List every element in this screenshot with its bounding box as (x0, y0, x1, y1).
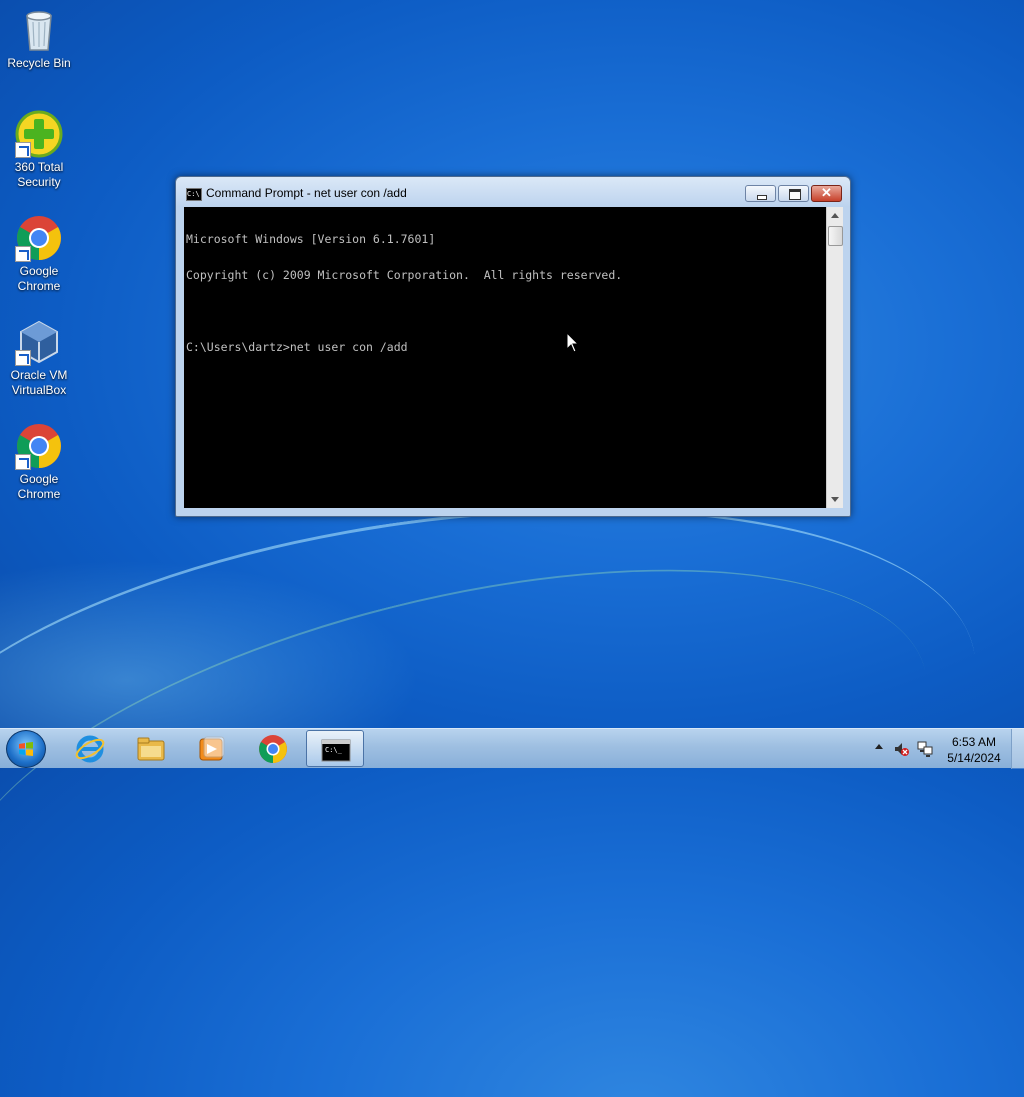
taskbar-internet-explorer[interactable] (61, 730, 119, 767)
command-prompt-icon: C:\ (186, 188, 202, 201)
clock-time: 6:53 AM (951, 735, 997, 749)
media-player-icon (199, 736, 225, 761)
clock-date: 5/14/2024 (947, 751, 1001, 765)
taskbar-command-prompt[interactable]: C:\_ (306, 730, 364, 767)
desktop-icon-google-chrome[interactable]: Google Chrome (1, 214, 77, 294)
maximize-button[interactable] (778, 185, 809, 202)
command-prompt-icon: C:\_ (321, 739, 351, 762)
shortcut-arrow-icon (15, 350, 31, 366)
window-title: Command Prompt - net user con /add (206, 186, 407, 200)
chrome-icon (15, 422, 63, 470)
console-output[interactable]: Microsoft Windows [Version 6.1.7601] Cop… (184, 207, 826, 508)
command-prompt-window[interactable]: C:\ Command Prompt - net user con /add ✕… (175, 176, 851, 517)
folder-icon (137, 737, 165, 761)
minimize-button[interactable] (745, 185, 776, 202)
desktop-icon-recycle-bin[interactable]: Recycle Bin (1, 6, 77, 71)
icon-label: Recycle Bin (7, 56, 71, 70)
svg-text:C:\_: C:\_ (325, 746, 343, 754)
recycle-bin-icon (15, 6, 63, 54)
shortcut-arrow-icon (15, 246, 31, 262)
window-titlebar[interactable]: C:\ Command Prompt - net user con /add ✕ (176, 177, 850, 207)
clock[interactable]: 6:53 AM 5/14/2024 (942, 734, 1006, 766)
360-security-icon (15, 110, 63, 158)
show-desktop-button[interactable] (1011, 729, 1024, 769)
console-line: Microsoft Windows [Version 6.1.7601] (186, 232, 436, 246)
desktop-icon-oracle-vm-virtualbox[interactable]: Oracle VM VirtualBox (1, 318, 77, 398)
scroll-down-icon[interactable] (831, 497, 839, 502)
internet-explorer-icon (75, 735, 105, 763)
volume-muted-icon[interactable] (893, 741, 909, 757)
icon-label: 360 Total (14, 160, 64, 174)
minimize-icon (757, 195, 767, 200)
desktop-icon-360-total-security[interactable]: 360 Total Security (1, 110, 77, 190)
close-icon: ✕ (821, 185, 832, 200)
shortcut-arrow-icon (15, 454, 31, 470)
shortcut-arrow-icon (15, 142, 31, 158)
icon-label: Chrome (17, 279, 61, 293)
desktop-icon-google-chrome-2[interactable]: Google Chrome (1, 422, 77, 502)
system-tray: 6:53 AM 5/14/2024 (864, 729, 1024, 769)
virtualbox-icon (15, 318, 63, 366)
maximize-icon (789, 189, 801, 200)
vertical-scrollbar[interactable] (826, 207, 843, 508)
taskbar-windows-explorer[interactable] (122, 730, 180, 767)
scroll-up-icon[interactable] (831, 213, 839, 218)
icon-label: Google (19, 264, 59, 278)
chrome-icon (259, 735, 287, 763)
close-button[interactable]: ✕ (811, 185, 842, 202)
icon-label: Chrome (17, 487, 61, 501)
start-button[interactable] (6, 730, 46, 768)
icon-label: Oracle VM (10, 368, 68, 382)
icon-label: VirtualBox (11, 383, 67, 397)
console-line: Copyright (c) 2009 Microsoft Corporation… (186, 268, 623, 282)
network-icon[interactable] (916, 740, 934, 758)
icon-label: Security (17, 175, 61, 189)
chrome-icon (15, 214, 63, 262)
taskbar-media-player[interactable] (183, 730, 241, 767)
mouse-pointer-icon (566, 332, 580, 353)
icon-label: Google (19, 472, 59, 486)
scroll-thumb[interactable] (828, 226, 843, 246)
windows-logo-icon (19, 742, 33, 756)
console-line: C:\Users\dartz>net user con /add (186, 340, 408, 354)
taskbar: C:\_ 6:53 AM 5/14/2024 (0, 728, 1024, 769)
show-hidden-icons-icon[interactable] (875, 744, 883, 749)
taskbar-google-chrome[interactable] (244, 730, 302, 767)
